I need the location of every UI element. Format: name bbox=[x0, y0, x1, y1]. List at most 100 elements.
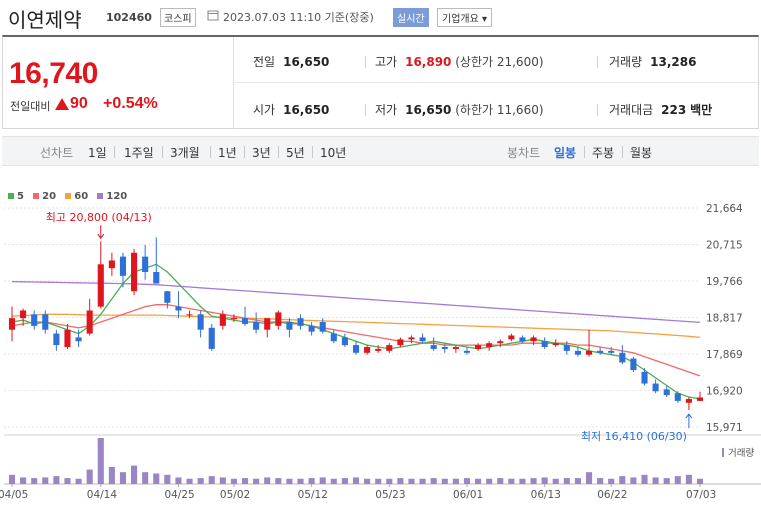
candle-body bbox=[441, 347, 448, 349]
volume-bar bbox=[364, 478, 371, 484]
volume-bar bbox=[663, 478, 670, 484]
price-chart[interactable]: 21,664 20,715 19,766 18,817 17,869 16,920 15,9… bbox=[0, 196, 761, 510]
volume-bar bbox=[641, 474, 648, 484]
candle-monthly[interactable]: 월봉 bbox=[630, 144, 652, 161]
candle-body bbox=[264, 318, 271, 330]
candle-body bbox=[330, 333, 337, 342]
candle-body bbox=[585, 350, 593, 355]
candle-body bbox=[164, 291, 171, 303]
volume-bar bbox=[86, 469, 93, 484]
volume-bar bbox=[441, 478, 448, 484]
volume-bar bbox=[230, 478, 237, 484]
volume-bar bbox=[20, 477, 27, 484]
candle-body bbox=[630, 358, 637, 371]
candle-body bbox=[97, 264, 104, 307]
candle-body bbox=[641, 372, 648, 384]
ma120-line bbox=[11, 280, 701, 324]
y-tick-label: 19,766 bbox=[706, 276, 743, 288]
volume-bar bbox=[8, 474, 16, 484]
realtime-button[interactable]: 실시간 bbox=[393, 8, 429, 27]
volume-bar bbox=[541, 477, 548, 484]
candle-weekly[interactable]: 주봉 bbox=[592, 144, 614, 161]
price-change: 90 bbox=[70, 95, 88, 112]
volume-bar bbox=[452, 478, 459, 484]
x-tick-label: 07/03 bbox=[686, 489, 716, 501]
period-5y[interactable]: 5년 bbox=[286, 144, 305, 161]
stock-name: 이연제약 bbox=[8, 8, 82, 32]
volume-cell: 거래량 13,286 bbox=[609, 55, 697, 69]
candle-body bbox=[319, 322, 326, 332]
candle-body bbox=[119, 256, 127, 276]
volume-bar bbox=[352, 477, 360, 484]
candle-body bbox=[219, 314, 226, 326]
candle-body bbox=[75, 337, 82, 342]
candle-body bbox=[652, 383, 659, 392]
candle-body bbox=[275, 312, 282, 326]
period-3y[interactable]: 3년 bbox=[252, 144, 271, 161]
candle-body bbox=[241, 318, 249, 324]
period-1d[interactable]: 1일 bbox=[88, 144, 107, 161]
candle-body bbox=[475, 345, 482, 349]
period-bar: 선차트 1일 1주일 3개월 1년 3년 5년 10년 봉차트 일봉 주봉 월봉 bbox=[2, 136, 759, 166]
low-annotation: 최저 16,410 (06/30) bbox=[581, 430, 687, 443]
candle-body bbox=[619, 352, 626, 363]
candle-body bbox=[53, 333, 60, 346]
current-price: 16,740 bbox=[9, 57, 98, 90]
period-1y[interactable]: 1년 bbox=[218, 144, 237, 161]
volume-bar bbox=[574, 478, 581, 484]
calendar-icon bbox=[207, 10, 219, 21]
volume-bar bbox=[75, 478, 82, 484]
low-cell: 저가 16,650 (하한가 11,660) bbox=[375, 103, 544, 117]
candle-body bbox=[685, 398, 692, 403]
y-tick-label: 20,715 bbox=[706, 240, 743, 252]
candle-body bbox=[142, 256, 149, 273]
company-info-button[interactable]: 기업개요 ▾ bbox=[437, 8, 492, 27]
volume-bar bbox=[219, 477, 226, 484]
candle-body bbox=[86, 310, 93, 334]
volume-bar bbox=[463, 478, 471, 484]
volume-bar bbox=[475, 478, 482, 484]
volume-bar bbox=[585, 472, 593, 484]
candle-body bbox=[408, 337, 415, 340]
candle-body bbox=[364, 347, 371, 353]
market-badge: 코스피 bbox=[160, 8, 196, 27]
candle-body bbox=[519, 337, 526, 342]
candle-body bbox=[8, 318, 16, 330]
x-tick-label: 04/25 bbox=[164, 489, 194, 501]
candle-body bbox=[375, 348, 382, 351]
period-10y[interactable]: 10년 bbox=[320, 144, 346, 161]
volume-bar bbox=[652, 477, 659, 484]
candle-body bbox=[563, 345, 570, 351]
volume-bar bbox=[386, 478, 393, 484]
candle-body bbox=[597, 350, 604, 353]
period-1w[interactable]: 1주일 bbox=[124, 144, 154, 161]
volume-bar bbox=[108, 466, 115, 484]
candle-body bbox=[286, 322, 293, 330]
candle-body bbox=[31, 314, 38, 326]
volume-bar bbox=[275, 478, 282, 484]
volume-bar bbox=[319, 477, 326, 484]
volume-bar bbox=[696, 478, 704, 484]
candle-chart-tab[interactable]: 봉차트 bbox=[507, 144, 540, 161]
volume-bar bbox=[119, 472, 127, 484]
line-chart-tab[interactable]: 선차트 bbox=[40, 144, 73, 161]
x-tick-label: 04/14 bbox=[87, 489, 118, 501]
candle-body bbox=[208, 327, 215, 349]
period-3m[interactable]: 3개월 bbox=[170, 144, 200, 161]
candle-body bbox=[397, 339, 404, 346]
price-panel: 16,740 전일대비 90 +0.54% 전일 16,650 고가 16,890 … bbox=[2, 35, 759, 129]
candle-body bbox=[508, 335, 515, 340]
candle-body bbox=[175, 306, 182, 311]
candle-body bbox=[497, 341, 504, 344]
candle-daily[interactable]: 일봉 bbox=[554, 144, 576, 161]
volume-bar bbox=[264, 477, 271, 484]
up-triangle-icon bbox=[55, 98, 69, 110]
volume-bar bbox=[197, 478, 204, 484]
volume-bar bbox=[308, 478, 315, 484]
candle-body bbox=[541, 341, 548, 348]
candle-body bbox=[253, 322, 260, 330]
volume-bar bbox=[186, 478, 193, 484]
candle-body bbox=[197, 314, 204, 330]
candle-body bbox=[386, 345, 393, 351]
volume-bar bbox=[153, 473, 160, 484]
